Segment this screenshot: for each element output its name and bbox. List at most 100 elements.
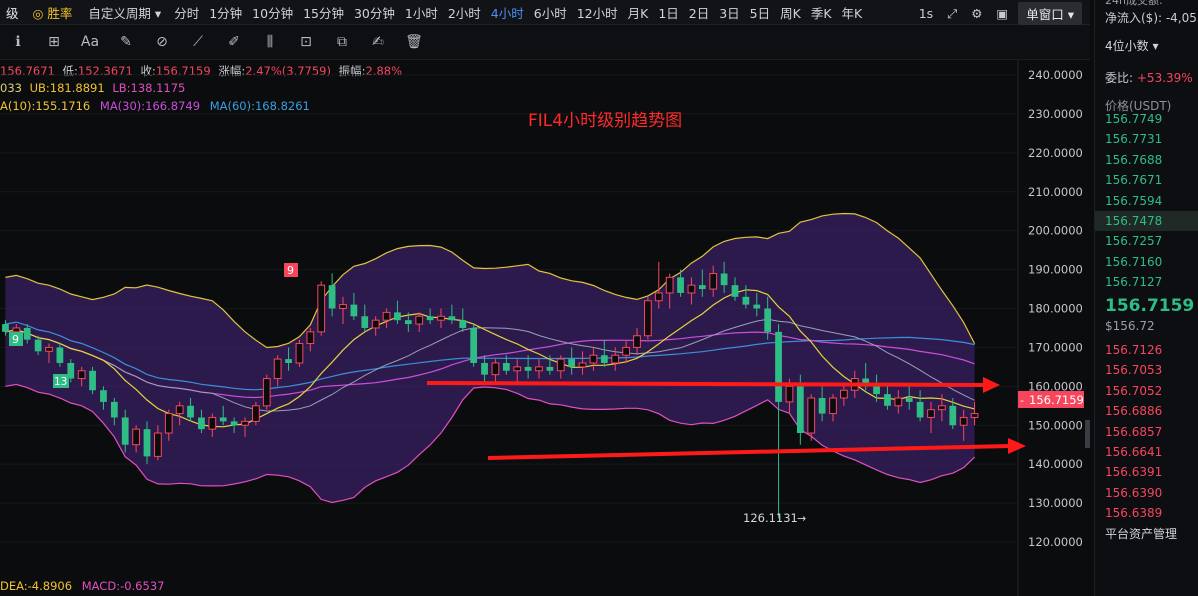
asset-management-link[interactable]: 平台资产管理 (1105, 525, 1177, 542)
low-marker-arrow-icon: → (797, 512, 806, 525)
candle-body (175, 405, 184, 415)
candle-body (709, 272, 718, 290)
candle-body (916, 401, 924, 418)
order-book-row[interactable]: 156.7478 (1095, 210, 1198, 232)
tab-timeframe[interactable]: 2小时 (443, 3, 486, 22)
order-book-row[interactable]: 156.7126 (1095, 340, 1198, 360)
ruler-icon[interactable]: ⟋ (180, 29, 216, 55)
candle-body (785, 385, 794, 403)
order-book-panel: 24h成交额: 净流入($): -4,053 4位小数 ▾ 委比: +53.39… (1094, 0, 1198, 596)
tab-timeframe[interactable]: 5日 (745, 3, 775, 22)
bid-list: 156.7126 156.7053 156.7052 156.6886 156.6857… (1095, 340, 1198, 524)
candle-body (884, 394, 891, 406)
candle-body (382, 311, 391, 321)
price-axis: 240.0000 230.0000 220.0000 210.0000 200.0000… (1028, 68, 1083, 549)
order-book-row[interactable]: 156.7127 (1095, 272, 1198, 292)
magnet-icon[interactable]: ⊘ (144, 29, 180, 55)
scroll-handle[interactable] (1085, 420, 1090, 448)
settings-icon[interactable]: ⚙ (967, 5, 986, 22)
candle-body (687, 284, 696, 294)
candle-body (285, 359, 292, 363)
tab-timeframe[interactable]: 4小时 (486, 3, 529, 22)
candle-body (415, 315, 424, 325)
price-tag-dash: - (1020, 394, 1024, 407)
candle-body (622, 346, 630, 356)
order-book-row[interactable]: 156.7749 (1095, 109, 1198, 129)
tab-timeframe[interactable]: 10分钟 (247, 3, 298, 22)
tab-timeframe[interactable]: 1分钟 (204, 3, 247, 22)
candle-body (328, 285, 336, 309)
edit-icon[interactable]: ✍ (360, 29, 396, 55)
candle-body (164, 413, 173, 434)
turnover-label: 24h成交额: (1105, 0, 1163, 7)
tab-timeframe[interactable]: 15分钟 (298, 3, 349, 22)
price-tag: 156.7159 - (1018, 391, 1084, 408)
tab-timeframe[interactable]: 2日 (684, 3, 714, 22)
candle-type-icon[interactable]: ⫼ (252, 29, 288, 55)
text-font-icon[interactable]: Aa (72, 29, 108, 55)
order-book-row[interactable]: 156.6857 (1095, 422, 1198, 442)
candle-body (2, 324, 9, 332)
candle-body (481, 362, 488, 375)
order-book-row[interactable]: 156.6641 (1095, 442, 1198, 462)
candlestick-chart[interactable]: 240.0000 230.0000 220.0000 210.0000 200.0000… (0, 60, 1090, 596)
order-book-row[interactable]: 156.7688 (1095, 150, 1198, 170)
tab-timeframe[interactable]: 1小时 (400, 3, 443, 22)
candle-body (219, 417, 227, 422)
candle-body (187, 405, 194, 418)
order-book-row[interactable]: 156.6389 (1095, 503, 1198, 523)
weibi-label: 委比: (1105, 71, 1134, 85)
last-price: 156.7159 (1105, 296, 1195, 316)
order-book-row[interactable]: 156.6390 (1095, 483, 1198, 503)
lock-icon[interactable]: ⊡ (288, 29, 324, 55)
tab-timeframe[interactable]: 30分钟 (349, 3, 400, 22)
font-label: Aa (80, 34, 100, 50)
tab-timeframe[interactable]: 周K (775, 3, 806, 22)
decimals-select[interactable]: 4位小数 ▾ (1105, 37, 1158, 54)
tab-timeframe[interactable]: 季K (806, 3, 837, 22)
camera-icon[interactable]: ▣ (992, 5, 1012, 22)
candle-body (502, 362, 510, 371)
candle-body (829, 397, 837, 415)
trash-icon[interactable]: 🗑 (396, 29, 432, 55)
order-book-row[interactable]: 156.7731 (1095, 129, 1198, 149)
interval-button[interactable]: 1s (915, 5, 937, 22)
candle-body (677, 277, 684, 293)
brush-icon[interactable]: ✎ (108, 29, 144, 55)
tab-timeframe[interactable]: 月K (623, 3, 654, 22)
order-book-row[interactable]: 156.6886 (1095, 401, 1198, 421)
candle-body (775, 331, 782, 402)
order-book-row[interactable]: 156.7052 (1095, 381, 1198, 401)
order-book-row[interactable]: 156.7594 (1095, 191, 1198, 211)
tab-timeframe[interactable]: 3日 (714, 3, 744, 22)
fullscreen-icon[interactable]: ⤢ (943, 5, 961, 23)
order-book-row[interactable]: 156.6391 (1095, 462, 1198, 482)
copy-icon[interactable]: ⧉ (324, 29, 360, 55)
win-rate-button[interactable]: ◎ 胜率 (25, 3, 81, 22)
y-tick-label: 210.0000 (1028, 185, 1083, 199)
window-mode-select[interactable]: 单窗口 ▾ (1018, 2, 1082, 25)
signal-tag-label: 9 (287, 264, 294, 277)
candle-body (317, 284, 326, 333)
custom-period-button[interactable]: 自定义周期 ▾ (80, 3, 169, 22)
add-chart-icon[interactable]: ⊞ (36, 29, 72, 55)
tab-timeframe[interactable]: 6小时 (529, 3, 572, 22)
candle-body (350, 304, 358, 317)
candle-body (970, 413, 979, 418)
tab-timeframe[interactable]: 分时 (169, 3, 204, 22)
y-tick-label: 140.0000 (1028, 457, 1083, 471)
candle-body (208, 416, 217, 430)
custom-period-label: 自定义周期 (88, 5, 151, 21)
order-book-row[interactable]: 156.7257 (1095, 231, 1198, 251)
indicator-icon[interactable]: ℹ (0, 29, 36, 55)
tab-timeframe[interactable]: 1日 (653, 3, 683, 22)
order-book-row[interactable]: 156.7671 (1095, 170, 1198, 190)
decimals-label: 4位小数 (1105, 39, 1149, 53)
order-book-row[interactable]: 156.7053 (1095, 360, 1198, 380)
pencil-icon[interactable]: ✐ (216, 29, 252, 55)
tab-timeframe[interactable]: 12小时 (572, 3, 623, 22)
candle-body (23, 327, 31, 340)
tab-timeframe[interactable]: 年K (837, 3, 868, 22)
order-book-row[interactable]: 156.7160 (1095, 252, 1198, 272)
window-mode-label: 单窗口 (1026, 7, 1064, 22)
